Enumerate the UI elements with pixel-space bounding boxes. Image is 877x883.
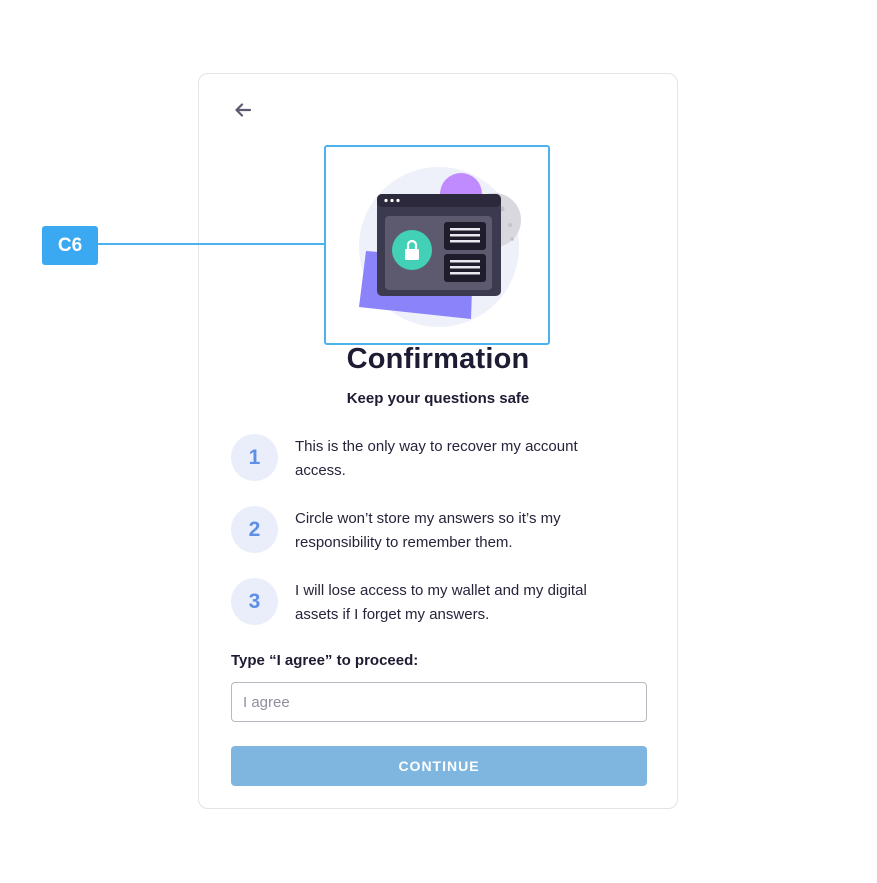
step-number-badge: 1 — [231, 434, 278, 481]
step-text: I will lose access to my wallet and my d… — [295, 582, 587, 623]
step-item: 3 I will lose access to my wallet and my… — [231, 578, 651, 628]
lock-icon — [392, 230, 432, 270]
step-item: 1 This is the only way to recover my acc… — [231, 434, 651, 484]
agree-input[interactable] — [231, 682, 647, 722]
agree-prompt-label: Type “I agree” to proceed: — [231, 652, 419, 669]
back-button[interactable] — [232, 99, 254, 121]
step-number-badge: 2 — [231, 506, 278, 553]
page-title: Confirmation — [346, 343, 530, 375]
arrow-left-icon — [235, 103, 252, 117]
continue-button[interactable]: CONTINUE — [231, 746, 647, 786]
annotation-tag: C6 — [42, 226, 98, 265]
callout-connector — [97, 243, 325, 245]
step-number-badge: 3 — [231, 578, 278, 625]
security-illustration — [359, 167, 521, 327]
step-text: Circle won’t store my answers so it’s my… — [295, 510, 561, 551]
page-subtitle: Keep your questions safe — [346, 390, 530, 407]
step-item: 2 Circle won’t store my answers so it’s … — [231, 506, 651, 556]
step-text: This is the only way to recover my accou… — [295, 438, 578, 479]
